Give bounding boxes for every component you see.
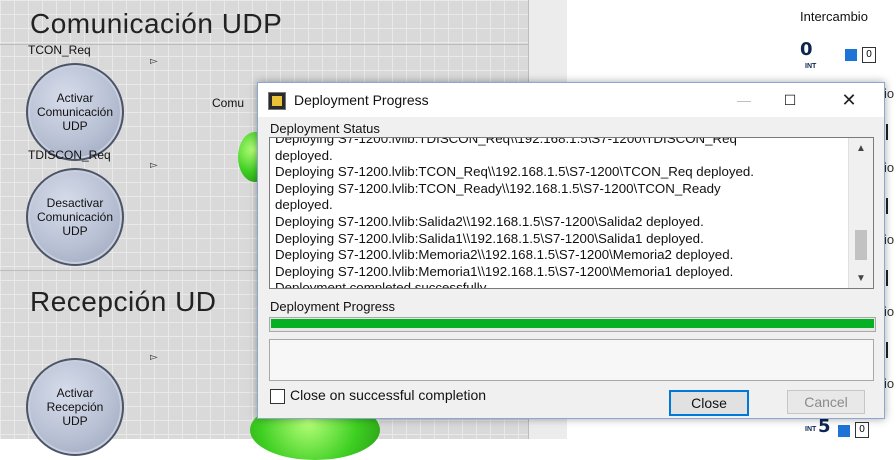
activate-recv-button[interactable]: Activar Recepción UDP: [26, 358, 124, 456]
activate-comm-button[interactable]: Activar Comunicación UDP: [26, 63, 124, 161]
terminal-arrow-icon: ▻: [150, 56, 158, 67]
edge-tick: [886, 198, 888, 214]
int-type-label: INT: [805, 63, 817, 70]
edge-label: io: [884, 86, 895, 101]
deployment-status-log[interactable]: Deploying S7-1200.lvlib:TDISCON_Req\\192…: [269, 137, 874, 289]
progress-fill: [271, 319, 874, 328]
deployment-progress-dialog: Deployment Progress — ☐ ✕ Deployment Sta…: [257, 82, 885, 419]
deactivate-comm-button[interactable]: Desactivar Comunicación UDP: [26, 168, 124, 266]
section-title-udp-recv: Recepción UD: [30, 286, 217, 317]
deployment-progress-label: Deployment Progress: [270, 299, 395, 314]
status-log-line: Deploying S7-1200.lvlib:Salida1\\192.168…: [275, 230, 704, 246]
edge-label: io: [884, 376, 895, 391]
wire-connector-icon: [838, 425, 850, 437]
scroll-thumb[interactable]: [855, 230, 867, 260]
status-log-lines: Deploying S7-1200.lvlib:TDISCON_Req\\192…: [275, 137, 847, 289]
int-type-label: INT: [805, 426, 817, 433]
scroll-up-icon[interactable]: ▲: [849, 138, 873, 158]
activate-comm-label: Activar Comunicación UDP: [36, 91, 114, 133]
labview-app-icon: [268, 92, 286, 110]
close-window-button[interactable]: ✕: [826, 83, 872, 117]
section-title-udp-comm: Comunicación UDP: [30, 8, 283, 39]
status-log-line: Deploying S7-1200.lvlib:TCON_Ready\\192.…: [275, 180, 721, 196]
maximize-button[interactable]: ☐: [767, 83, 813, 117]
edge-label: io: [884, 160, 895, 175]
deployment-status-label: Deployment Status: [270, 121, 380, 136]
cancel-button[interactable]: Cancel: [787, 390, 865, 414]
numeric-indicator: 0: [862, 47, 876, 63]
exchange-title: Intercambio: [800, 9, 868, 24]
terminal-arrow-icon: ▻: [150, 160, 158, 171]
status-log-line: Deploying S7-1200.lvlib:Memoria2\\192.16…: [275, 247, 734, 263]
tcon-req-label: TCON_Req: [28, 43, 91, 57]
close-on-completion-checkbox[interactable]: [270, 389, 285, 404]
int-value: 0: [800, 39, 813, 60]
status-log-line: deployed.: [275, 147, 333, 163]
close-button[interactable]: Close: [669, 390, 749, 416]
dialog-title: Deployment Progress: [294, 92, 429, 108]
log-scrollbar[interactable]: ▲ ▼: [848, 138, 873, 288]
tdiscon-req-label: TDISCON_Req: [28, 148, 111, 162]
wire-connector-icon: [845, 49, 857, 61]
status-log-line: Deploying S7-1200.lvlib:Memoria1\\192.16…: [275, 263, 734, 279]
edge-label: io: [884, 304, 895, 319]
minimize-button[interactable]: —: [721, 83, 767, 117]
status-log-line: Deployment completed successfully: [275, 280, 487, 289]
numeric-indicator: 0: [855, 422, 869, 438]
scroll-down-icon[interactable]: ▼: [849, 268, 873, 288]
status-log-line: deployed.: [275, 197, 333, 213]
message-area: [269, 339, 874, 381]
comm-indicator-label: Comu: [212, 96, 245, 110]
dialog-titlebar[interactable]: Deployment Progress — ☐ ✕: [258, 83, 884, 117]
int-indicator-icon: 0: [800, 38, 828, 66]
edge-label: io: [884, 232, 895, 247]
terminal-arrow-icon: ▻: [150, 352, 158, 363]
edge-tick: [886, 270, 888, 286]
edge-tick: [886, 342, 888, 358]
close-on-completion-label[interactable]: Close on successful completion: [290, 387, 486, 403]
status-log-line: Deploying S7-1200.lvlib:TCON_Req\\192.16…: [275, 164, 754, 180]
deployment-progress-bar: [269, 317, 876, 332]
deactivate-comm-label: Desactivar Comunicación UDP: [36, 196, 114, 238]
edge-tick: [886, 124, 888, 140]
int-value: 5: [818, 416, 831, 437]
status-log-line: Deploying S7-1200.lvlib:TDISCON_Req\\192…: [275, 137, 737, 146]
status-log-line: Deploying S7-1200.lvlib:Salida2\\192.168…: [275, 213, 704, 229]
activate-recv-label: Activar Recepción UDP: [46, 386, 104, 428]
